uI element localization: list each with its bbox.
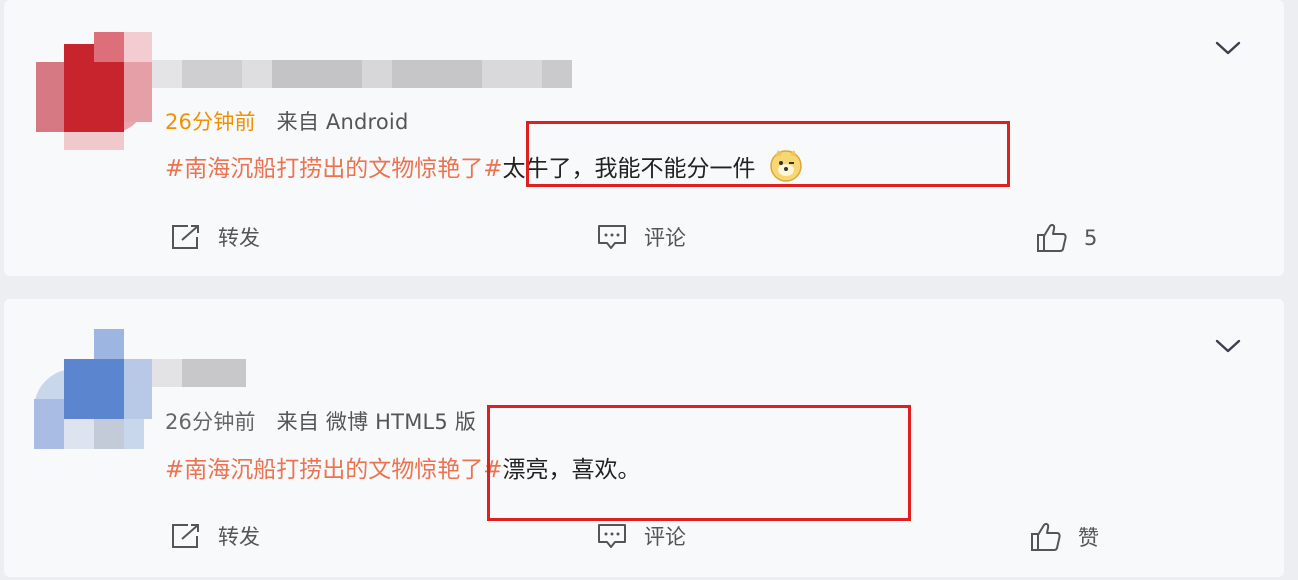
post-time: 26分钟前 — [165, 110, 256, 134]
like-button[interactable]: 赞 — [1030, 521, 1099, 553]
thumbs-up-icon — [1031, 523, 1061, 551]
repost-icon — [172, 524, 199, 548]
highlight-box — [487, 405, 911, 521]
comment-icon — [598, 524, 626, 548]
repost-button[interactable]: 转发 — [170, 222, 260, 252]
repost-button[interactable]: 转发 — [170, 521, 260, 551]
repost-icon — [172, 225, 199, 249]
repost-label: 转发 — [218, 525, 260, 549]
post-meta: 26分钟前 来自 Android — [165, 106, 409, 136]
avatar[interactable] — [34, 32, 154, 152]
post-meta: 26分钟前 来自 微博 HTML5 版 — [165, 406, 476, 436]
comment-icon — [598, 225, 626, 249]
post-source: 来自 Android — [276, 110, 409, 134]
chevron-down-icon[interactable] — [1214, 336, 1242, 356]
topic-link[interactable]: #南海沉船打捞出的文物惊艳了# — [165, 457, 503, 483]
username-blurred[interactable] — [152, 60, 572, 88]
avatar[interactable] — [34, 329, 154, 449]
like-count: 5 — [1084, 226, 1098, 250]
topic-link[interactable]: #南海沉船打捞出的文物惊艳了# — [165, 156, 503, 182]
post-source: 来自 微博 HTML5 版 — [276, 410, 477, 434]
comment-card: 26分钟前 来自 微博 HTML5 版 #南海沉船打捞出的文物惊艳了#漂亮，喜欢… — [4, 299, 1284, 577]
comment-label: 评论 — [644, 226, 686, 250]
comment-button[interactable]: 评论 — [596, 222, 686, 252]
like-label: 赞 — [1078, 526, 1099, 550]
comment-button[interactable]: 评论 — [596, 521, 686, 551]
like-button[interactable]: 5 — [1036, 222, 1097, 254]
comment-label: 评论 — [644, 525, 686, 549]
username-blurred[interactable] — [152, 359, 246, 387]
chevron-down-icon[interactable] — [1214, 38, 1242, 58]
post-time: 26分钟前 — [165, 410, 256, 434]
thumbs-up-icon — [1037, 224, 1067, 252]
comment-card: 26分钟前 来自 Android #南海沉船打捞出的文物惊艳了#太牛了，我能不能… — [4, 0, 1284, 276]
highlight-box — [526, 121, 1010, 187]
repost-label: 转发 — [218, 226, 260, 250]
